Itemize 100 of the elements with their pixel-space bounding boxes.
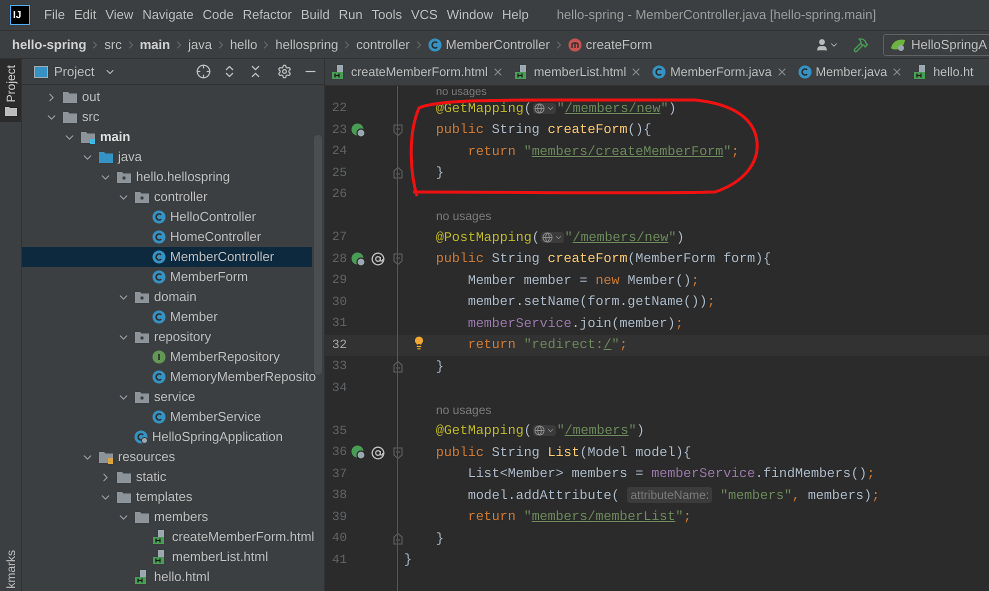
globe-icon[interactable]: [532, 425, 556, 436]
menu-item[interactable]: View: [105, 5, 134, 25]
close-icon[interactable]: [630, 66, 642, 78]
tree-item[interactable]: repository: [22, 327, 312, 347]
method-icon: [568, 38, 582, 52]
globe-icon[interactable]: [540, 232, 564, 243]
class-icon: [652, 65, 666, 79]
code-token: ": [524, 144, 532, 159]
code-token: ): [676, 230, 684, 245]
tree-item[interactable]: HelloSpringApplication: [22, 427, 312, 447]
breadcrumb[interactable]: hellospring: [275, 34, 338, 54]
project-view-selector[interactable]: Project: [34, 62, 116, 82]
editor-tab[interactable]: MemberForm.java: [646, 59, 792, 85]
line-number: 41: [330, 552, 347, 569]
code-token: (Model model){: [580, 444, 692, 460]
usage-hint[interactable]: no usages: [436, 400, 492, 419]
line-number: 36: [330, 444, 347, 462]
tree-item[interactable]: MemberForm: [22, 267, 312, 287]
tree-item[interactable]: src: [22, 107, 312, 127]
settings-icon[interactable]: [277, 64, 292, 79]
code-token: ": [556, 100, 565, 116]
tree-item[interactable]: MemberRepository: [22, 347, 312, 367]
code-token: /members: [564, 423, 629, 438]
breadcrumb[interactable]: MemberController: [428, 34, 550, 54]
menu-item[interactable]: Edit: [74, 5, 96, 25]
breadcrumb[interactable]: src: [104, 34, 122, 54]
user-icon[interactable]: [815, 38, 840, 52]
breadcrumb[interactable]: hello: [230, 34, 258, 54]
close-icon[interactable]: [492, 66, 504, 78]
menu-item[interactable]: Code: [202, 5, 234, 25]
line-number: 25: [330, 164, 347, 182]
at-sign-gutter-icon[interactable]: [371, 252, 385, 266]
bean-gutter-icon[interactable]: [351, 445, 366, 460]
bean-gutter-icon[interactable]: [351, 252, 366, 267]
code-token: }: [436, 358, 444, 374]
tree-item[interactable]: hello.html: [22, 567, 312, 587]
line-number: 26: [330, 186, 347, 204]
tree-item[interactable]: domain: [22, 287, 312, 307]
bean-gutter-icon[interactable]: [351, 122, 366, 138]
tree-item[interactable]: main: [22, 127, 312, 147]
locate-icon[interactable]: [196, 64, 211, 79]
code-token: (: [532, 230, 540, 245]
tree-item[interactable]: memberList.html: [22, 547, 312, 567]
breadcrumb[interactable]: hello-spring: [12, 34, 86, 54]
breadcrumb[interactable]: createForm: [568, 34, 652, 54]
folder-icon: [98, 150, 114, 164]
tree-item[interactable]: Member: [22, 307, 312, 327]
close-icon[interactable]: [891, 66, 904, 78]
tree-item[interactable]: HelloController: [22, 207, 312, 227]
tree-item[interactable]: MemberController: [22, 247, 312, 267]
menu-item[interactable]: Window: [446, 5, 493, 25]
close-icon[interactable]: [776, 66, 788, 78]
menu-item[interactable]: Build: [300, 5, 330, 25]
code-token: ;: [675, 316, 684, 331]
class-icon: [152, 230, 166, 244]
breadcrumb[interactable]: main: [140, 34, 170, 54]
tree-item[interactable]: createMemberForm.html: [22, 527, 312, 547]
line-number: 22: [330, 100, 347, 118]
menu-item[interactable]: Help: [502, 5, 529, 25]
tree-item[interactable]: out: [22, 87, 312, 107]
folder-icon: [98, 450, 114, 464]
code-token: new: [596, 272, 620, 288]
tree-item[interactable]: resources: [22, 447, 312, 467]
folder-icon: [4, 106, 16, 116]
code-token: members/memberList: [532, 509, 676, 524]
tree-item[interactable]: hello.hellospring: [22, 167, 312, 187]
folder-icon: [80, 130, 96, 144]
code-token: ": [564, 230, 573, 245]
build-icon[interactable]: [853, 36, 870, 52]
code-token: .findMembers(): [755, 466, 867, 482]
usage-hint[interactable]: no usages: [436, 207, 492, 226]
menu-item[interactable]: Tools: [372, 5, 402, 25]
editor-tab[interactable]: createMemberForm.html: [325, 59, 508, 85]
usage-hint[interactable]: no usages: [436, 86, 487, 98]
code-token: /members/new: [572, 230, 668, 245]
menu-item[interactable]: Refactor: [242, 5, 292, 25]
breadcrumb[interactable]: controller: [356, 34, 410, 54]
tool-window-tab[interactable]: Project: [0, 59, 21, 122]
globe-icon[interactable]: [532, 102, 556, 114]
tree-item[interactable]: templates: [22, 487, 312, 507]
at-sign-gutter-icon[interactable]: [371, 446, 385, 460]
tree-item[interactable]: members: [22, 507, 312, 527]
tree-item[interactable]: MemberService: [22, 407, 312, 427]
tree-item[interactable]: static: [22, 467, 312, 487]
menu-item[interactable]: Run: [338, 5, 363, 25]
tool-window-tab[interactable]: kmarks: [0, 550, 21, 591]
menu-item[interactable]: VCS: [410, 5, 438, 25]
menu-item[interactable]: File: [44, 5, 65, 25]
code-token: .join(member): [572, 316, 676, 331]
menu-item[interactable]: Navigate: [142, 5, 194, 25]
breadcrumb[interactable]: java: [188, 34, 212, 54]
tree-item[interactable]: controller: [22, 187, 312, 207]
lightbulb-icon[interactable]: [412, 336, 426, 350]
tree-item[interactable]: java: [22, 147, 312, 167]
editor-tab[interactable]: memberList.html: [508, 59, 646, 85]
tree-item[interactable]: HomeController: [22, 227, 312, 247]
run-configuration-selector[interactable]: HelloSpringA: [883, 34, 989, 56]
editor-tab[interactable]: Member.java: [792, 59, 908, 85]
editor-tab[interactable]: hello.ht: [907, 59, 978, 85]
tree-item[interactable]: service: [22, 387, 312, 407]
